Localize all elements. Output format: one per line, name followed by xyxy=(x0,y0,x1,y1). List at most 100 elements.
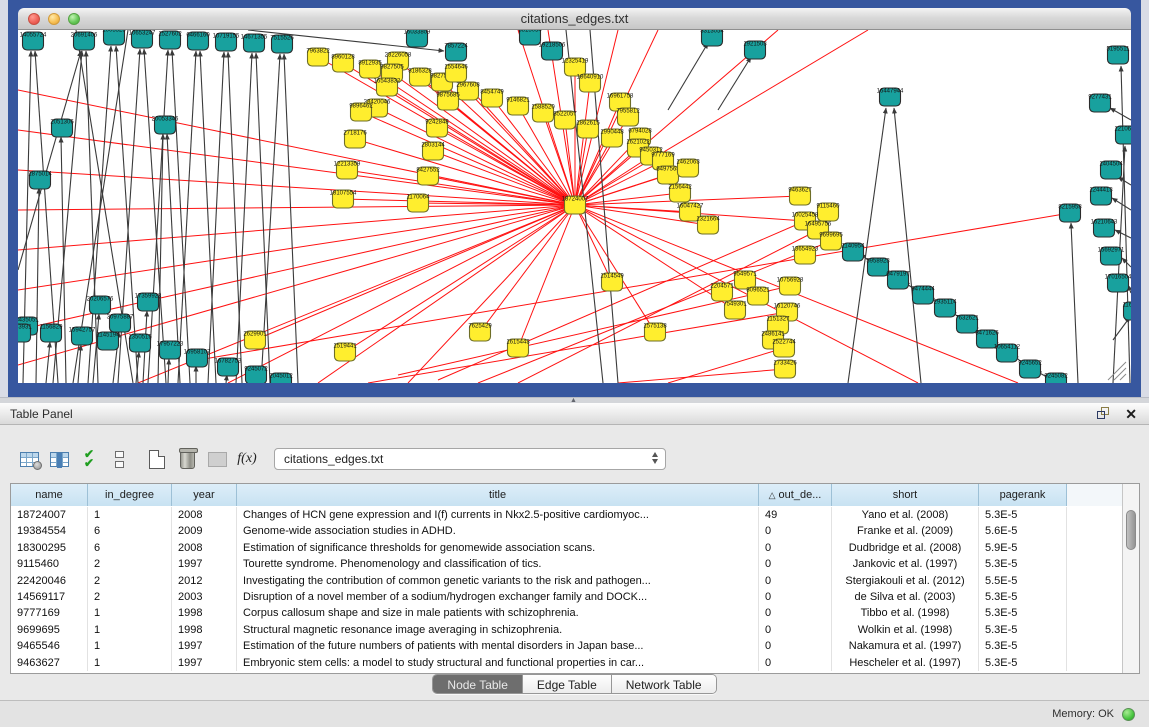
network-node[interactable]: 16782753 xyxy=(215,358,242,376)
table-cell[interactable]: 18724007 xyxy=(11,507,88,523)
select-columns-button[interactable] xyxy=(44,445,74,473)
network-node[interactable]: 1140954 xyxy=(842,243,866,261)
network-node[interactable]: 2935114 xyxy=(934,299,958,317)
table-row[interactable]: 946554611997Estimation of the future num… xyxy=(11,638,1122,654)
table-cell[interactable]: 1998 xyxy=(172,622,237,638)
float-panel-icon[interactable] xyxy=(1097,407,1111,420)
network-node[interactable]: 1170064 xyxy=(407,194,431,212)
delete-rows-button[interactable] xyxy=(172,445,202,473)
network-node[interactable]: 1350515 xyxy=(128,334,152,352)
network-node[interactable]: 16958107 xyxy=(184,349,211,367)
network-node[interactable]: 8960128 xyxy=(331,54,355,72)
network-node[interactable]: 2629901 xyxy=(243,331,267,349)
network-node[interactable]: 1588520 xyxy=(531,104,555,122)
network-node[interactable]: 9245082 xyxy=(1044,373,1068,383)
tab-network-table[interactable]: Network Table xyxy=(612,675,716,693)
network-node[interactable]: 8215958 xyxy=(1058,204,1082,222)
canvas-resize-grip-icon[interactable] xyxy=(1114,368,1126,380)
table-cell[interactable]: Estimation of the future numbers of pati… xyxy=(237,638,759,654)
network-node[interactable]: 18640910 xyxy=(577,74,604,92)
network-edge[interactable] xyxy=(618,369,785,383)
network-node[interactable]: 10654112 xyxy=(994,344,1021,362)
table-row[interactable]: 911546021997Tourette syndrome. Phenomeno… xyxy=(11,556,1122,572)
table-cell[interactable]: 5.3E-5 xyxy=(979,507,1067,523)
network-node[interactable]: 12213359 xyxy=(334,161,361,179)
table-cell[interactable]: 0 xyxy=(759,556,832,572)
table-cell[interactable]: 0 xyxy=(759,638,832,654)
network-node[interactable]: 9245072 xyxy=(244,366,268,383)
network-edge[interactable] xyxy=(148,50,168,383)
table-cell[interactable]: de Silva et al. (2003) xyxy=(832,589,979,605)
column-header-name[interactable]: name xyxy=(11,484,88,506)
network-node[interactable]: 9277431 xyxy=(1088,94,1112,112)
table-cell[interactable]: 6 xyxy=(88,523,172,539)
column-header-title[interactable]: title xyxy=(237,484,759,506)
network-node[interactable]: 1210643 xyxy=(1114,126,1131,144)
network-node[interactable]: 1514549 xyxy=(600,273,624,291)
network-node[interactable]: 9115460 xyxy=(817,203,841,221)
network-node[interactable]: 1862615 xyxy=(576,120,600,138)
table-cell[interactable]: 1 xyxy=(88,655,172,671)
network-node[interactable]: 17016504 xyxy=(1105,274,1131,292)
network-edge[interactable] xyxy=(18,205,575,210)
table-cell[interactable]: 1998 xyxy=(172,605,237,621)
network-edge[interactable] xyxy=(575,205,918,383)
table-cell[interactable]: 49 xyxy=(759,507,832,523)
table-cell[interactable]: 2008 xyxy=(172,507,237,523)
network-edge[interactable] xyxy=(894,108,921,383)
network-node[interactable]: 1145194 xyxy=(97,332,121,350)
network-edge[interactable] xyxy=(718,57,751,110)
network-edge[interactable] xyxy=(36,188,39,383)
network-edge[interactable] xyxy=(377,108,575,205)
table-cell[interactable]: 6 xyxy=(88,540,172,556)
network-node[interactable]: 9245652 xyxy=(1018,360,1042,378)
network-node[interactable]: 2045012 xyxy=(269,373,293,383)
network-node[interactable]: 2051306 xyxy=(50,119,74,137)
table-cell[interactable]: Embryonic stem cells: a model to study s… xyxy=(237,655,759,671)
network-edge[interactable] xyxy=(355,139,575,205)
table-cell[interactable]: Nakamura et al. (1997) xyxy=(832,638,979,654)
network-node[interactable]: 1615443 xyxy=(506,339,530,357)
table-cell[interactable]: 19384554 xyxy=(11,523,88,539)
table-cell[interactable]: 1 xyxy=(88,622,172,638)
table-cell[interactable]: Dudbridge et al. (2008) xyxy=(832,540,979,556)
table-cell[interactable]: 1997 xyxy=(172,638,237,654)
network-node[interactable]: 8313054 xyxy=(700,30,724,46)
network-node[interactable]: 1519441 xyxy=(333,343,357,361)
network-node[interactable]: 3913931 xyxy=(18,324,32,342)
network-node[interactable]: 14671355 xyxy=(241,34,268,52)
table-row[interactable]: 1456911722003Disruption of a novel membe… xyxy=(11,589,1122,605)
tab-edge-table[interactable]: Edge Table xyxy=(523,675,612,693)
network-edge[interactable] xyxy=(18,205,575,250)
table-cell[interactable]: 2008 xyxy=(172,540,237,556)
table-cell[interactable]: 5.9E-5 xyxy=(979,540,1067,556)
network-node[interactable]: 20691406 xyxy=(71,32,98,50)
table-cell[interactable]: 9115460 xyxy=(11,556,88,572)
table-cell[interactable]: Wolkin et al. (1998) xyxy=(832,622,979,638)
network-edge[interactable] xyxy=(575,205,655,332)
network-edge[interactable] xyxy=(61,137,66,383)
network-node[interactable]: 9463627 xyxy=(788,187,812,205)
table-cell[interactable]: Hescheler et al. (1997) xyxy=(832,655,979,671)
table-row[interactable]: 1830029562008Estimation of significance … xyxy=(11,540,1122,556)
table-cell[interactable]: 2012 xyxy=(172,573,237,589)
table-cell[interactable]: 5.3E-5 xyxy=(979,622,1067,638)
table-cell[interactable]: 9699695 xyxy=(11,622,88,638)
network-node[interactable]: 1404504 xyxy=(1099,161,1123,179)
select-all-button[interactable]: ✔✔ xyxy=(74,445,104,473)
network-node[interactable]: 10756928 xyxy=(777,277,804,295)
table-cell[interactable]: 9463627 xyxy=(11,655,88,671)
network-node[interactable]: 1321664 xyxy=(696,216,720,234)
tab-node-table[interactable]: Node Table xyxy=(433,675,523,693)
network-node[interactable]: 9896462 xyxy=(349,103,373,121)
network-node[interactable]: 7857224 xyxy=(444,43,468,61)
network-edge[interactable] xyxy=(46,342,50,383)
network-node[interactable]: 17957223 xyxy=(157,341,184,359)
network-node[interactable]: 6479197 xyxy=(886,271,910,289)
table-cell[interactable]: 5.3E-5 xyxy=(979,638,1067,654)
table-row[interactable]: 977716911998Corpus callosum shape and si… xyxy=(11,605,1122,621)
network-edge[interactable] xyxy=(518,205,575,348)
table-cell[interactable]: 9777169 xyxy=(11,605,88,621)
network-node[interactable]: 1921503 xyxy=(743,41,767,59)
network-node[interactable]: 15942757 xyxy=(69,327,96,345)
